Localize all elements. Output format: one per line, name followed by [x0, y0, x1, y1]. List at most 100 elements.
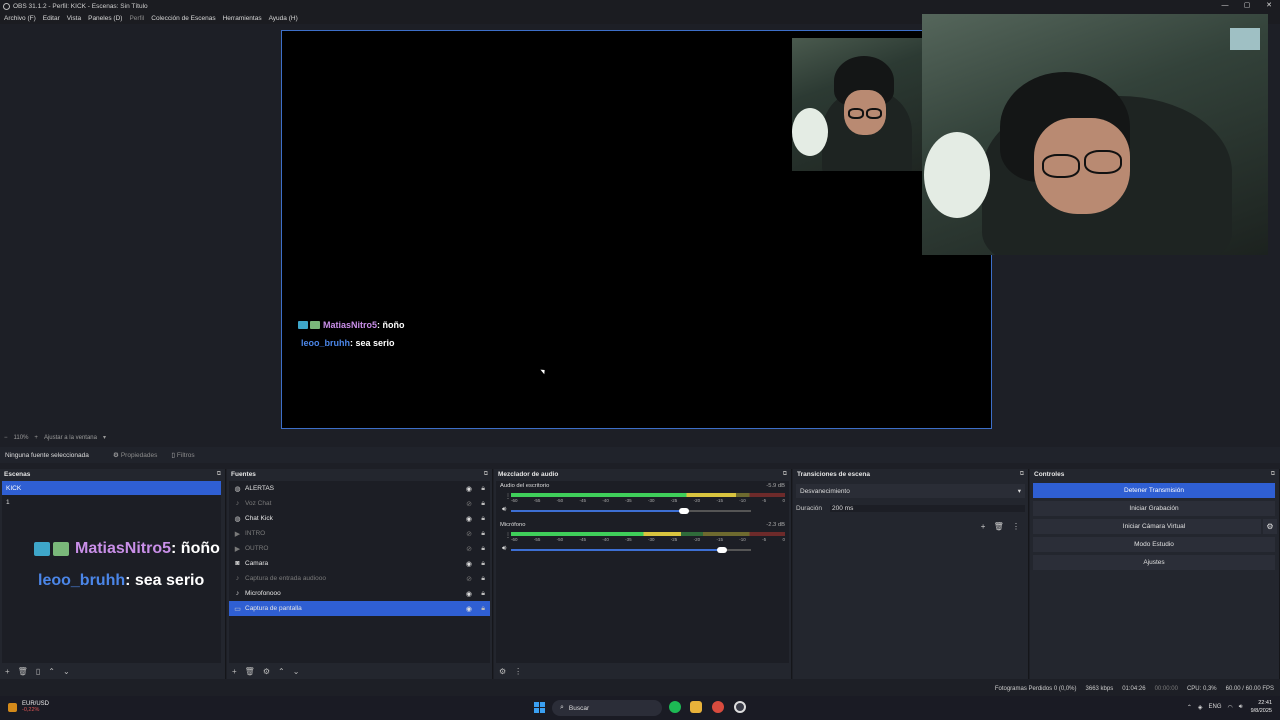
obs-icon[interactable]: [734, 701, 746, 713]
source-item-audio-capture[interactable]: ♪ Captura de entrada audiooo ⊘ 🔒︎: [229, 571, 490, 586]
gear-icon[interactable]: ⚙: [1261, 519, 1277, 534]
dock-menu-icon[interactable]: ⧉: [484, 471, 488, 478]
menu-file[interactable]: Archivo (F): [4, 15, 36, 22]
eye-icon[interactable]: ◉: [466, 590, 472, 598]
remove-source-button[interactable]: 🗑: [245, 667, 255, 676]
lock-icon[interactable]: 🔒︎: [481, 485, 485, 493]
source-item-alertas[interactable]: ◍ ALERTAS ◉ 🔒︎: [229, 481, 490, 496]
dock-menu-icon[interactable]: ⧉: [1271, 471, 1275, 478]
move-up-button[interactable]: ⌃: [278, 667, 285, 676]
lock-icon[interactable]: 🔒︎: [481, 605, 485, 613]
clock[interactable]: 22:41 9/8/2025: [1251, 699, 1272, 715]
move-down-button[interactable]: ⌄: [293, 667, 300, 676]
add-scene-button[interactable]: +: [5, 667, 10, 676]
dock-menu-icon[interactable]: ⧉: [1020, 471, 1024, 478]
eye-hidden-icon[interactable]: ⊘: [466, 500, 472, 508]
menu-profile[interactable]: Perfil: [129, 15, 144, 22]
menu-docks[interactable]: Paneles (D): [88, 15, 122, 22]
lock-icon[interactable]: 🔒︎: [481, 575, 485, 583]
stock-ticker-widget[interactable]: EUR/USD -0,22%: [8, 701, 49, 713]
properties-button[interactable]: ⚙ Propiedades: [113, 451, 157, 460]
mixer-settings-button[interactable]: ⚙: [499, 667, 506, 676]
eye-hidden-icon[interactable]: ⊘: [466, 530, 472, 538]
menu-tools[interactable]: Herramientas: [223, 15, 262, 22]
source-item-chat-kick[interactable]: ◍ Chat Kick ◉ 🔒︎: [229, 511, 490, 526]
chrome-icon[interactable]: [712, 701, 724, 713]
lock-icon[interactable]: 🔒︎: [481, 590, 485, 598]
zoom-out-button[interactable]: −: [4, 435, 8, 441]
volume-slider[interactable]: [511, 547, 751, 553]
dock-menu-icon[interactable]: ⧉: [783, 471, 787, 478]
lock-icon[interactable]: 🔒︎: [481, 560, 485, 568]
file-explorer-icon[interactable]: [690, 701, 702, 713]
eye-hidden-icon[interactable]: ⊘: [466, 575, 472, 583]
move-up-button[interactable]: ⌃: [48, 667, 55, 676]
eye-icon[interactable]: ◉: [466, 605, 472, 613]
lock-icon[interactable]: 🔒︎: [481, 515, 485, 523]
source-name: Camara: [245, 560, 269, 567]
controls-dock: Controles ⧉ Detener Transmisión Iniciar …: [1030, 469, 1280, 679]
source-item-outro[interactable]: ▶ OUTRO ⊘ 🔒︎: [229, 541, 490, 556]
meter-tick-label: -35: [625, 498, 632, 503]
eye-icon[interactable]: ◉: [466, 560, 472, 568]
source-item-voz-chat[interactable]: ♪ Voz Chat ⊘ 🔒︎: [229, 496, 490, 511]
stop-streaming-button[interactable]: Detener Transmisión: [1033, 483, 1275, 498]
sources-title: Fuentes: [231, 471, 256, 478]
meter-tick-label: -30: [647, 498, 655, 503]
language-indicator[interactable]: ENG: [1209, 704, 1222, 710]
lock-icon[interactable]: 🔒︎: [481, 500, 485, 508]
add-transition-button[interactable]: +: [981, 522, 986, 531]
source-properties-button[interactable]: ⚙: [263, 667, 270, 676]
scene-filters-button[interactable]: ▯: [36, 667, 40, 676]
menu-help[interactable]: Ayuda (H): [269, 15, 298, 22]
volume-slider[interactable]: [511, 508, 751, 514]
minimize-button[interactable]: —: [1214, 0, 1236, 12]
chevron-down-icon[interactable]: ▾: [103, 434, 106, 441]
scene-item-kick[interactable]: KICK: [2, 481, 221, 495]
lock-icon[interactable]: 🔒︎: [481, 530, 485, 538]
windows-start-icon[interactable]: [534, 702, 545, 713]
source-item-screen-capture[interactable]: ▭ Captura de pantalla ◉ 🔒︎: [229, 601, 490, 616]
maximize-button[interactable]: ▢: [1236, 0, 1258, 12]
clock-date: 9/8/2025: [1250, 708, 1272, 714]
duration-input[interactable]: 200 ms: [830, 504, 1025, 512]
speaker-icon[interactable]: 🔊︎: [502, 506, 506, 514]
remove-scene-button[interactable]: 🗑: [18, 667, 28, 676]
remove-transition-button[interactable]: 🗑: [994, 522, 1004, 531]
dock-menu-icon[interactable]: ⧉: [217, 471, 221, 478]
close-button[interactable]: ✕: [1258, 0, 1280, 12]
wifi-icon[interactable]: ◠: [1228, 704, 1233, 711]
menu-scene-collection[interactable]: Colección de Escenas: [151, 15, 215, 22]
speaker-icon[interactable]: 🔊︎: [502, 545, 506, 553]
source-item-microfono[interactable]: ♪ Microfonooo ◉ 🔒︎: [229, 586, 490, 601]
fit-window-button[interactable]: Ajustar a la ventana: [44, 435, 97, 441]
eye-icon[interactable]: ◉: [466, 515, 472, 523]
start-recording-button[interactable]: Iniciar Grabación: [1033, 501, 1275, 516]
settings-button[interactable]: Ajustes: [1033, 555, 1275, 570]
source-item-camara[interactable]: ◙ Camara ◉ 🔒︎: [229, 556, 490, 571]
status-bar: Fotogramas Perdidos 0 (0,0%) 3663 kbps 0…: [0, 682, 1280, 695]
move-down-button[interactable]: ⌄: [63, 667, 70, 676]
taskbar-search[interactable]: ⌕ Buscar: [552, 700, 662, 716]
add-source-button[interactable]: +: [232, 667, 237, 676]
zoom-in-button[interactable]: +: [34, 435, 38, 441]
tray-app-icon[interactable]: ◈: [1198, 704, 1203, 711]
spotify-icon[interactable]: [669, 701, 681, 713]
menu-edit[interactable]: Editar: [43, 15, 60, 22]
source-item-intro[interactable]: ▶ INTRO ⊘ 🔒︎: [229, 526, 490, 541]
studio-mode-button[interactable]: Modo Estudio: [1033, 537, 1275, 552]
menu-view[interactable]: Vista: [67, 15, 81, 22]
eye-hidden-icon[interactable]: ⊘: [466, 545, 472, 553]
filters-button[interactable]: ▯ Filtros: [171, 451, 194, 460]
mic-icon: ♪: [235, 590, 240, 597]
lock-icon[interactable]: 🔒︎: [481, 545, 485, 553]
transition-menu-button[interactable]: ⋮: [1012, 522, 1020, 531]
transition-select[interactable]: Desvanecimiento ▾: [796, 484, 1025, 498]
volume-icon[interactable]: 🔊︎: [1239, 704, 1243, 711]
eye-icon[interactable]: ◉: [466, 485, 472, 493]
scene-item-1[interactable]: 1: [2, 495, 221, 509]
start-virtual-camera-button[interactable]: Iniciar Cámara Virtual ⚙: [1033, 519, 1277, 534]
chevron-up-icon[interactable]: ⌃: [1187, 704, 1192, 711]
window-title: OBS 31.1.2 - Perfil: KICK - Escenas: Sin…: [13, 2, 148, 10]
mixer-menu-button[interactable]: ⋮: [514, 667, 522, 676]
